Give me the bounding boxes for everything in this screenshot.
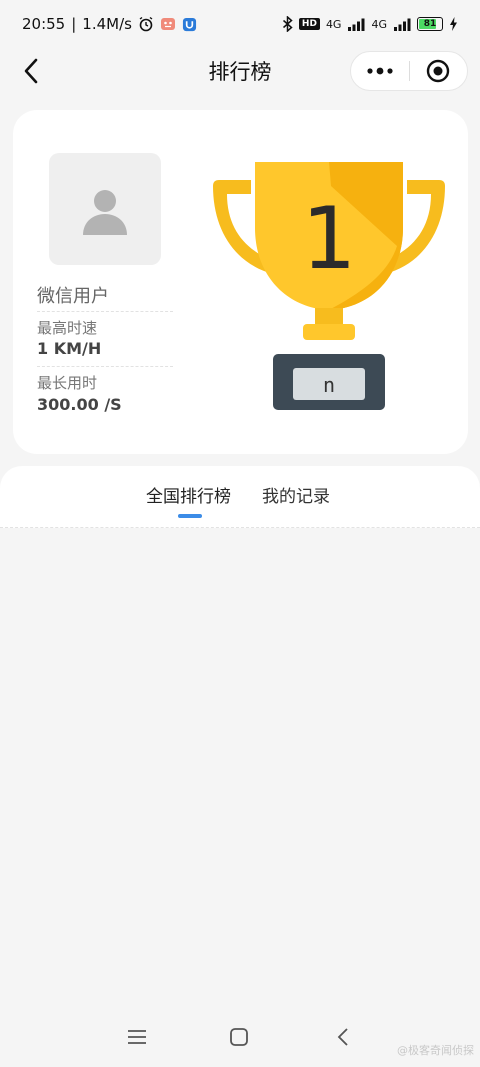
max-speed-label: 最高时速 (37, 319, 98, 337)
more-dots-icon (367, 67, 393, 75)
bluetooth-icon (282, 16, 293, 32)
charging-icon (449, 17, 458, 31)
tabs-panel: 全国排行榜 我的记录 (0, 466, 480, 528)
miniprogram-capsule (350, 51, 468, 91)
trophy-plaque-text: n (323, 373, 335, 397)
divider (37, 366, 173, 367)
page-title: 排行榜 (208, 60, 272, 84)
user-name: 微信用户 (37, 286, 109, 307)
battery-level-text: 81 (423, 19, 437, 29)
network-type-2: 4G (371, 17, 387, 31)
watermark: @极客奇闻侦探 (397, 1044, 474, 1057)
alarm-icon (138, 16, 154, 32)
home-square-icon (230, 1028, 248, 1046)
network-type-1: 4G (325, 17, 342, 31)
recent-apps-button[interactable] (124, 1024, 150, 1050)
home-button[interactable] (226, 1024, 252, 1050)
status-speed: 1.4M/s (82, 15, 132, 33)
back-chevron-icon (337, 1028, 348, 1046)
target-close-icon (427, 59, 450, 83)
divider (37, 311, 173, 312)
tab-my-records[interactable]: 我的记录 (262, 482, 330, 507)
tab-national-ranking[interactable]: 全国排行榜 (146, 482, 231, 507)
active-tab-indicator (178, 514, 202, 518)
max-time-value: 300.00 /S (37, 395, 122, 414)
rank-number: 1 (302, 189, 357, 289)
signal-icon-2 (393, 18, 411, 31)
hd-badge: HD (298, 18, 320, 30)
trophy-neck (303, 324, 355, 340)
app-notification-icon (160, 16, 176, 32)
trophy-stem (315, 308, 343, 326)
nav-bar: 排行榜 (0, 48, 480, 94)
avatar[interactable] (49, 153, 161, 265)
more-button[interactable] (351, 52, 409, 90)
profile-card: 微信用户 最高时速 1 KM/H 最长用时 300.00 /S n 1 (13, 110, 468, 454)
signal-icon-1 (347, 18, 365, 31)
max-time-label: 最长用时 (37, 374, 98, 392)
trophy-illustration: n 1 (213, 162, 445, 410)
status-right: HD 4G 4G 81 (282, 16, 458, 32)
close-miniprogram-button[interactable] (410, 52, 468, 90)
battery-indicator: 81 (417, 17, 443, 31)
back-arrow-icon (24, 58, 38, 84)
max-speed-value: 1 KM/H (37, 339, 102, 358)
status-time: 20:55 (22, 15, 66, 33)
system-back-button[interactable] (330, 1024, 356, 1050)
status-separator: | (71, 15, 77, 33)
back-button[interactable] (16, 56, 46, 86)
status-left: 20:55 | 1.4M/s (22, 15, 197, 33)
menu-icon (128, 1030, 146, 1044)
user-placeholder-icon (83, 190, 127, 235)
status-bar: 20:55 | 1.4M/s HD 4G 4G 81 (0, 0, 480, 48)
shield-app-icon (182, 17, 197, 32)
